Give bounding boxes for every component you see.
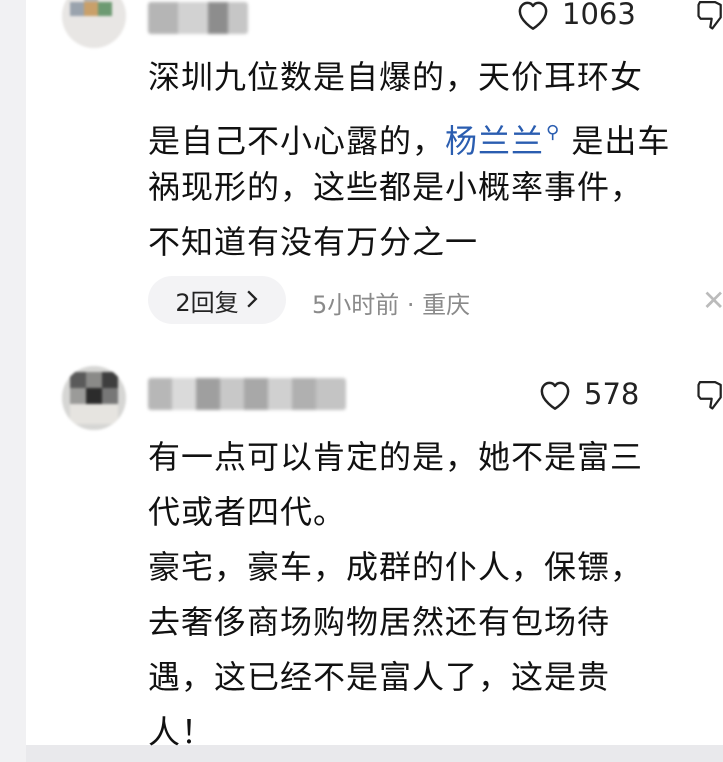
chevron-right-icon — [245, 286, 259, 314]
comment-text: 深圳九位数是自爆的，天价耳环女 是自己不小心露的，杨兰兰 ⚲ 是出车 祸现形的，这… — [148, 50, 670, 270]
comment-line: 去奢侈商场购物居然还有包场待 — [148, 603, 611, 641]
mention-link[interactable]: 杨兰兰 — [445, 122, 544, 160]
heart-outline-icon — [536, 377, 574, 411]
comment-line: 祸现形的，这些都是小概率事件， — [148, 168, 644, 206]
comment-line: 是自己不小心露的， — [148, 122, 446, 160]
like-count: 578 — [584, 377, 640, 411]
heart-outline-icon — [514, 0, 552, 31]
dislike-button[interactable] — [694, 378, 723, 418]
reply-count-label: 2回复 — [175, 288, 239, 317]
search-icon[interactable]: ⚲ — [546, 122, 560, 143]
like-button[interactable]: 578 — [536, 377, 639, 411]
comment-line-tail: 是出车 — [560, 122, 671, 160]
view-replies-button[interactable]: 2回复 — [148, 276, 286, 324]
comment-line: 有一点可以肯定的是，她不是富三 — [148, 438, 644, 476]
username-redacted[interactable] — [148, 378, 346, 410]
like-button[interactable]: 1063 — [514, 0, 636, 31]
thumbs-down-icon — [694, 1, 723, 38]
comment-line: 人！ — [148, 713, 215, 751]
thumbs-down-icon — [694, 381, 723, 418]
comment-line: 深圳九位数是自爆的，天价耳环女 — [148, 58, 644, 96]
like-count: 1063 — [562, 0, 636, 31]
comment-line: 豪宅，豪车，成群的仆人，保镖， — [148, 548, 644, 586]
comment-text: 有一点可以肯定的是，她不是富三 代或者四代。 豪宅，豪车，成群的仆人，保镖， 去… — [148, 430, 643, 760]
avatar[interactable] — [62, 366, 126, 430]
comment-line: 代或者四代。 — [148, 493, 347, 531]
avatar[interactable] — [62, 0, 126, 48]
comment-line: 遇，这已经不是富人了，这是贵 — [148, 658, 611, 696]
username-redacted[interactable] — [148, 2, 248, 34]
comment-line-with-mention: 是自己不小心露的，杨兰兰 ⚲ 是出车 — [148, 105, 670, 160]
close-icon[interactable]: ✕ — [702, 284, 723, 317]
comment-line: 不知道有没有万分之一 — [148, 223, 479, 261]
comment-meta: 5小时前 · 重庆 — [312, 291, 471, 319]
dislike-button[interactable] — [694, 0, 723, 38]
